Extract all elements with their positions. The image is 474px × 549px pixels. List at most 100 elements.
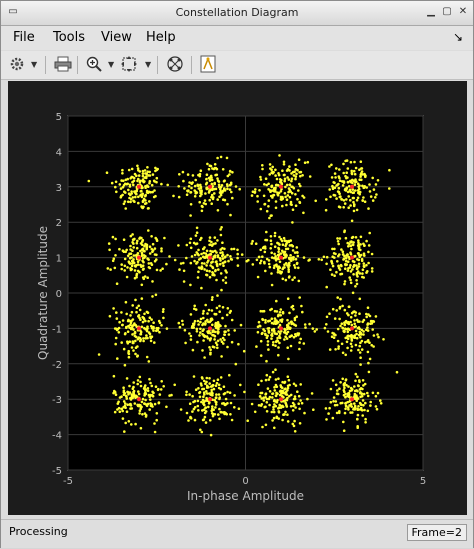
sample-point	[215, 393, 218, 396]
sample-point	[215, 278, 218, 282]
sample-point	[202, 379, 206, 383]
sample-point	[271, 370, 275, 374]
sample-point	[366, 391, 369, 395]
sample-point	[325, 315, 329, 319]
sample-point	[366, 329, 370, 332]
sample-point	[148, 377, 151, 381]
sample-point	[219, 338, 222, 341]
sample-point	[277, 246, 280, 250]
sample-point	[348, 400, 351, 403]
y-tick-label: -5	[52, 466, 62, 477]
sample-point	[160, 247, 163, 250]
reference-point	[137, 255, 141, 260]
sample-point	[112, 307, 115, 310]
sample-point	[193, 195, 197, 198]
sample-point	[124, 300, 128, 304]
sample-point	[153, 341, 156, 344]
constellation-chart[interactable]: 543210-1-2-3-4-5-5 0 5 In-phase Amplitude …	[1, 1, 474, 549]
sample-point	[372, 334, 376, 337]
sample-point	[275, 310, 279, 313]
sample-point	[148, 170, 151, 174]
sample-point	[336, 389, 339, 392]
sample-point	[290, 305, 294, 309]
sample-point	[346, 241, 350, 245]
sample-point	[230, 318, 234, 322]
sample-point	[335, 197, 338, 200]
sample-point	[346, 269, 350, 272]
sample-point	[258, 324, 262, 328]
sample-point	[166, 183, 169, 187]
sample-point	[266, 387, 270, 390]
sample-point	[351, 388, 354, 391]
reference-point	[350, 397, 354, 402]
sample-point	[141, 247, 145, 251]
sample-point	[265, 209, 269, 213]
sample-point	[296, 254, 300, 258]
sample-point	[200, 430, 204, 434]
sample-point	[131, 175, 134, 179]
sample-point	[279, 406, 283, 409]
sample-point	[218, 396, 221, 399]
sample-point	[196, 404, 200, 408]
sample-point	[343, 390, 346, 394]
sample-point	[358, 312, 361, 316]
sample-point	[132, 349, 135, 352]
sample-point	[268, 403, 271, 407]
sample-point	[267, 331, 271, 334]
sample-point	[302, 256, 306, 259]
sample-point	[267, 199, 271, 202]
sample-point	[369, 404, 372, 407]
sample-point	[226, 253, 229, 257]
sample-point	[168, 255, 171, 258]
sample-point	[302, 342, 306, 345]
sample-point	[219, 233, 223, 237]
sample-point	[346, 334, 350, 338]
sample-point	[140, 400, 144, 404]
sample-point	[221, 168, 225, 171]
sample-point	[136, 239, 139, 243]
sample-point	[339, 195, 342, 198]
sample-point	[231, 171, 234, 174]
sample-point	[379, 399, 382, 402]
sample-point	[189, 417, 193, 420]
sample-point	[351, 243, 355, 247]
sample-point	[199, 320, 202, 324]
frame-counter: Frame=2	[406, 524, 467, 541]
sample-point	[331, 331, 334, 335]
sample-point	[160, 249, 163, 253]
sample-point	[288, 394, 291, 398]
sample-point	[205, 177, 208, 181]
sample-point	[210, 244, 214, 247]
sample-point	[172, 194, 175, 198]
sample-point	[337, 186, 341, 190]
sample-point	[286, 176, 289, 179]
sample-point	[332, 400, 335, 403]
sample-point	[125, 377, 129, 380]
sample-point	[124, 402, 127, 405]
sample-point	[359, 235, 363, 239]
sample-point	[209, 433, 213, 437]
sample-point	[202, 339, 205, 342]
sample-point	[342, 258, 345, 261]
sample-point	[301, 174, 304, 177]
sample-point	[131, 260, 135, 264]
sample-point	[366, 306, 370, 310]
sample-point	[137, 304, 140, 308]
sample-point	[118, 410, 122, 414]
sample-point	[197, 323, 200, 326]
sample-point	[239, 323, 243, 327]
sample-point	[270, 317, 274, 321]
sample-point	[152, 329, 155, 332]
sample-point	[209, 393, 212, 396]
sample-point	[132, 389, 136, 393]
sample-point	[179, 262, 183, 265]
sample-point	[146, 166, 149, 169]
sample-point	[267, 348, 270, 351]
sample-point	[222, 264, 225, 268]
sample-point	[256, 200, 259, 203]
sample-point	[303, 161, 307, 164]
sample-point	[186, 173, 190, 176]
sample-point	[352, 273, 355, 276]
sample-point	[159, 388, 163, 391]
sample-point	[366, 394, 370, 398]
